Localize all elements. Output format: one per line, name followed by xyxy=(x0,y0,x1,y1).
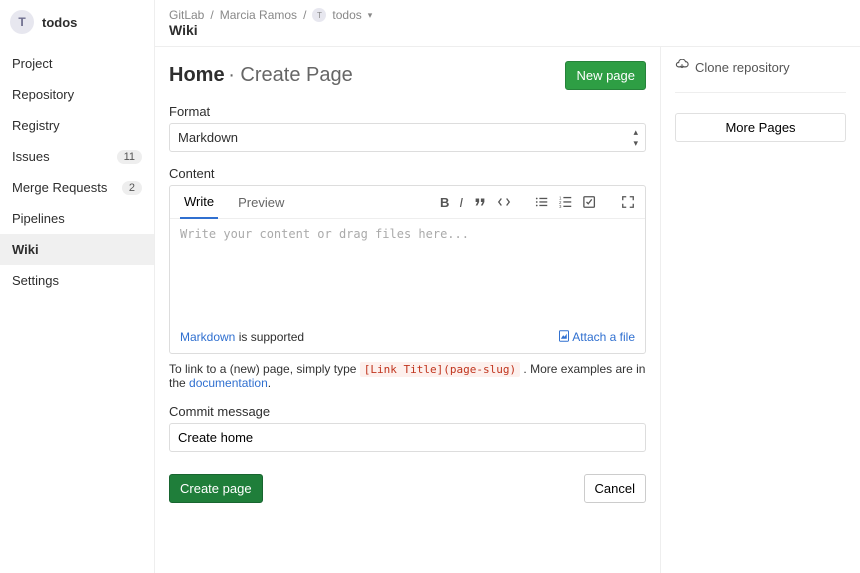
page-section-title: Wiki xyxy=(155,22,860,46)
breadcrumb-sep: / xyxy=(303,8,306,22)
sidebar-item-label: Wiki xyxy=(12,242,39,257)
quote-icon[interactable] xyxy=(473,195,487,209)
code-example: [Link Title](page-slug) xyxy=(360,362,520,377)
sidebar-item-label: Issues xyxy=(12,149,50,164)
commit-label: Commit message xyxy=(169,404,646,419)
tab-preview[interactable]: Preview xyxy=(234,187,288,218)
code-icon[interactable] xyxy=(497,195,511,209)
sidebar-item-merge-requests[interactable]: Merge Requests 2 xyxy=(0,172,154,203)
main: GitLab / Marcia Ramos / T todos ▾ Wiki H… xyxy=(155,0,860,573)
format-select[interactable]: Markdown xyxy=(169,123,646,152)
commit-message-input[interactable] xyxy=(169,423,646,452)
more-pages-button[interactable]: More Pages xyxy=(675,113,846,142)
italic-icon[interactable]: I xyxy=(459,195,463,210)
sidebar-item-project[interactable]: Project xyxy=(0,48,154,79)
format-label: Format xyxy=(169,104,646,119)
attach-file-label: Attach a file xyxy=(572,330,635,344)
page-title-main: Home xyxy=(169,64,225,86)
svg-text:3: 3 xyxy=(559,204,562,209)
bullet-list-icon[interactable] xyxy=(535,195,549,209)
sidebar-item-label: Settings xyxy=(12,273,59,288)
content-editor: Write Preview B I 123 xyxy=(169,185,646,354)
sidebar-item-label: Pipelines xyxy=(12,211,65,226)
cancel-button[interactable]: Cancel xyxy=(584,474,646,503)
form-area: Home · Create Page New page Format Markd… xyxy=(155,47,660,573)
task-list-icon[interactable] xyxy=(583,195,597,209)
sidebar-header: T todos xyxy=(0,0,154,48)
breadcrumb-project[interactable]: todos xyxy=(332,8,361,22)
sidebar: T todos Project Repository Registry Issu… xyxy=(0,0,155,573)
page-title: Home · Create Page xyxy=(169,64,353,87)
sidebar-item-label: Registry xyxy=(12,118,60,133)
content-textarea[interactable] xyxy=(170,219,645,319)
breadcrumb: GitLab / Marcia Ramos / T todos ▾ xyxy=(155,0,860,22)
markdown-supported: Markdown is supported xyxy=(180,330,304,345)
clone-repository-button[interactable]: Clone repository xyxy=(675,59,846,76)
chevron-down-icon[interactable]: ▾ xyxy=(368,10,373,21)
new-page-button[interactable]: New page xyxy=(565,61,646,90)
breadcrumb-sep: / xyxy=(210,8,213,22)
sidebar-item-registry[interactable]: Registry xyxy=(0,110,154,141)
page-title-sub: · Create Page xyxy=(228,64,353,86)
sidebar-item-label: Project xyxy=(12,56,52,71)
create-page-button[interactable]: Create page xyxy=(169,474,263,503)
attach-file-button[interactable]: Attach a file xyxy=(558,330,635,345)
sidebar-item-wiki[interactable]: Wiki xyxy=(0,234,154,265)
numbered-list-icon[interactable]: 123 xyxy=(559,195,573,209)
sidebar-item-repository[interactable]: Repository xyxy=(0,79,154,110)
markdown-link[interactable]: Markdown xyxy=(180,330,235,344)
breadcrumb-root[interactable]: GitLab xyxy=(169,8,204,22)
breadcrumb-user[interactable]: Marcia Ramos xyxy=(220,8,297,22)
fullscreen-icon[interactable] xyxy=(621,195,635,209)
sidebar-item-pipelines[interactable]: Pipelines xyxy=(0,203,154,234)
sidebar-nav: Project Repository Registry Issues 11 Mer… xyxy=(0,48,154,296)
badge: 2 xyxy=(122,181,142,195)
badge: 11 xyxy=(117,150,142,164)
clone-label: Clone repository xyxy=(695,60,790,75)
project-name: todos xyxy=(42,15,77,30)
cloud-download-icon xyxy=(675,59,689,76)
sidebar-item-label: Merge Requests xyxy=(12,180,107,195)
sidebar-item-settings[interactable]: Settings xyxy=(0,265,154,296)
documentation-link[interactable]: documentation xyxy=(189,376,268,390)
help-text: To link to a (new) page, simply type [Li… xyxy=(169,362,646,390)
breadcrumb-project-avatar: T xyxy=(312,8,326,22)
attach-file-icon xyxy=(558,330,570,345)
sidebar-item-issues[interactable]: Issues 11 xyxy=(0,141,154,172)
bold-icon[interactable]: B xyxy=(440,195,449,210)
project-avatar: T xyxy=(10,10,34,34)
content-label: Content xyxy=(169,166,646,181)
sidebar-item-label: Repository xyxy=(12,87,74,102)
editor-toolbar: B I 123 xyxy=(440,195,635,210)
tab-write[interactable]: Write xyxy=(180,186,218,219)
right-panel: Clone repository More Pages xyxy=(660,47,860,573)
